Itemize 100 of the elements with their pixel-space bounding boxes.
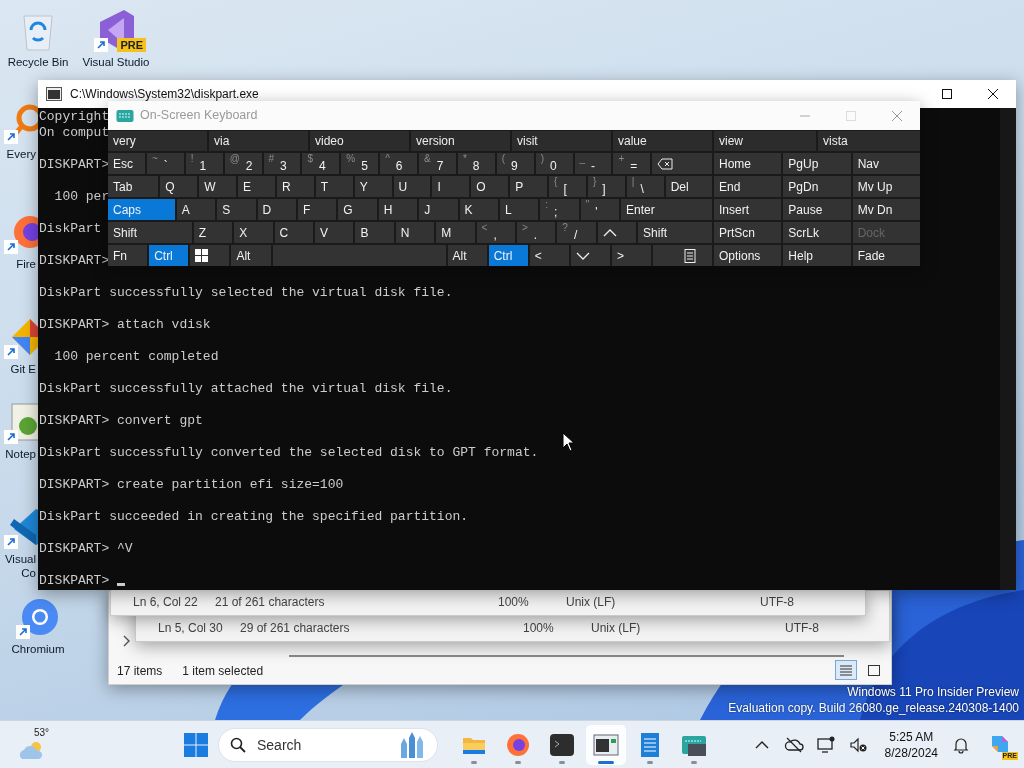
selection-count: 1 item selected <box>182 663 264 680</box>
scrollbar[interactable] <box>1000 108 1016 590</box>
keyboard-key[interactable]: | \ <box>626 176 664 197</box>
word-suggestion[interactable]: version <box>411 131 510 151</box>
keyboard-key[interactable]: > <box>612 245 652 266</box>
keyboard-key[interactable]: X <box>234 222 273 243</box>
keyboard-key[interactable]: Q <box>160 176 198 197</box>
keyboard-key[interactable]: Pause <box>783 199 851 220</box>
keyboard-key[interactable]: Ctrl <box>488 245 528 266</box>
keyboard-key[interactable]: M <box>436 222 475 243</box>
chevron-icon[interactable] <box>122 635 130 647</box>
keyboard-key[interactable]: _ - <box>574 153 612 174</box>
keyboard-key[interactable]: : ; <box>540 199 579 220</box>
keyboard-key[interactable]: PrtScn <box>714 222 782 243</box>
keyboard-key[interactable]: Tab <box>108 176 159 197</box>
chevron-down-icon <box>575 250 590 261</box>
maximize-icon <box>846 110 856 121</box>
keyboard-key[interactable]: S <box>217 199 256 220</box>
monitor-icon[interactable] <box>815 734 836 755</box>
keyboard-key[interactable]: ? / <box>557 222 596 243</box>
word-suggestion[interactable]: very <box>108 131 207 151</box>
keyboard-key[interactable]: Caps <box>108 199 175 220</box>
keyboard-key[interactable]: W <box>199 176 237 197</box>
clock-date[interactable]: 8/28/2024 <box>884 744 938 761</box>
keyboard-key[interactable]: C <box>274 222 313 243</box>
backspace-icon <box>657 157 674 170</box>
taskbar-app[interactable] <box>586 724 626 765</box>
status-text: 21 of 261 characters <box>215 594 326 611</box>
keyboard-key[interactable]: * 8 <box>457 153 495 174</box>
keyboard-key[interactable]: < <box>529 245 569 266</box>
keyboard-key[interactable]: L <box>499 199 539 220</box>
keyboard-key[interactable]: B <box>355 222 394 243</box>
word-suggestion[interactable]: view <box>714 131 816 151</box>
keyboard-key[interactable]: Esc <box>108 153 145 174</box>
keyboard-key[interactable]: Enter <box>621 199 712 220</box>
keyboard-key[interactable]: < , <box>476 222 515 243</box>
keyboard-key[interactable]: Fade <box>852 245 920 266</box>
keyboard-key[interactable]: Shift <box>108 222 192 243</box>
keyboard-key[interactable]: Z <box>193 222 233 243</box>
scrollbar[interactable] <box>289 655 844 657</box>
keyboard-key[interactable]: V <box>315 222 354 243</box>
keyboard-key[interactable]: Nav <box>852 153 920 174</box>
keyboard-key[interactable]: A <box>176 199 216 220</box>
word-suggestion[interactable]: visit <box>512 131 611 151</box>
word-suggestion[interactable]: value <box>613 131 712 151</box>
keyboard-key[interactable]: { [ <box>549 176 586 197</box>
keyboard-key[interactable]: F <box>297 199 337 220</box>
word-suggestion[interactable]: via <box>209 131 308 151</box>
keyboard-key[interactable]: Insert <box>714 199 782 220</box>
keyboard-key[interactable]: G <box>338 199 377 220</box>
icon-label: Visual Studio <box>82 55 150 69</box>
search-field[interactable]: Search <box>218 727 438 762</box>
keyboard-key[interactable]: Alt <box>447 245 487 266</box>
keyboard-key[interactable]: ~ ` <box>146 153 184 174</box>
keyboard-key[interactable]: Fn <box>108 245 148 266</box>
keyboard-key[interactable]: Del <box>665 176 712 197</box>
keyboard-key[interactable]: U <box>393 176 431 197</box>
keyboard-key[interactable]: End <box>714 176 782 197</box>
keyboard-key[interactable]: PgDn <box>783 176 851 197</box>
keyboard-key[interactable]: P <box>510 176 548 197</box>
keyboard-key[interactable]: ( 9 <box>496 153 534 174</box>
clock-time[interactable]: 5:25 AM <box>884 728 938 745</box>
keyboard-key[interactable]: E <box>238 176 275 197</box>
keyboard-key[interactable]: Ctrl <box>149 245 189 266</box>
keyboard-key[interactable]: I <box>432 176 470 197</box>
keyboard-key[interactable]: ^ 6 <box>380 153 417 174</box>
word-suggestion[interactable]: video <box>310 131 409 151</box>
keyboard-key[interactable]: H <box>378 199 418 220</box>
keyboard-key[interactable]: @ 2 <box>224 153 262 174</box>
keyboard-key[interactable]: > . <box>516 222 556 243</box>
keyboard-key[interactable]: Help <box>783 245 851 266</box>
keyboard-key[interactable]: J <box>419 199 458 220</box>
keyboard-key[interactable]: D <box>257 199 296 220</box>
keyboard-key[interactable]: N <box>395 222 435 243</box>
keyboard-key[interactable]: # 3 <box>263 153 301 174</box>
keyboard-key[interactable]: PgUp <box>783 153 851 174</box>
keyboard-key[interactable]: Y <box>354 176 392 197</box>
keyboard-key[interactable]: Options <box>714 245 782 266</box>
keyboard-key[interactable]: + = <box>613 153 651 174</box>
keyboard-key[interactable] <box>190 245 230 266</box>
keyboard-key[interactable]: Mv Up <box>852 176 920 197</box>
keyboard-key[interactable]: Alt <box>231 245 271 266</box>
keyboard-key[interactable]: K <box>459 199 498 220</box>
keyboard-key[interactable]: " ' <box>580 199 620 220</box>
keyboard-key[interactable]: ScrLk <box>783 222 851 243</box>
details-view-button[interactable] <box>835 660 857 680</box>
keyboard-key[interactable]: Shift <box>638 222 712 243</box>
keyboard-key[interactable]: R <box>276 176 314 197</box>
keyboard-key[interactable]: ! 1 <box>185 153 223 174</box>
keyboard-key[interactable]: T <box>315 176 353 197</box>
keyboard-key[interactable]: Mv Dn <box>852 199 920 220</box>
word-suggestion[interactable]: vista <box>818 131 920 151</box>
keyboard-key[interactable]: $ 4 <box>302 153 340 174</box>
keyboard-key[interactable]: % 5 <box>341 153 379 174</box>
keyboard-key[interactable]: & 7 <box>419 153 456 174</box>
console-line: DiskPart succeeded in creating the specified partition. <box>39 509 469 525</box>
keyboard-key[interactable]: O <box>471 176 509 197</box>
keyboard-key[interactable]: } ] <box>587 176 625 197</box>
keyboard-key[interactable]: Home <box>714 153 782 174</box>
keyboard-key[interactable]: ) 0 <box>535 153 573 174</box>
